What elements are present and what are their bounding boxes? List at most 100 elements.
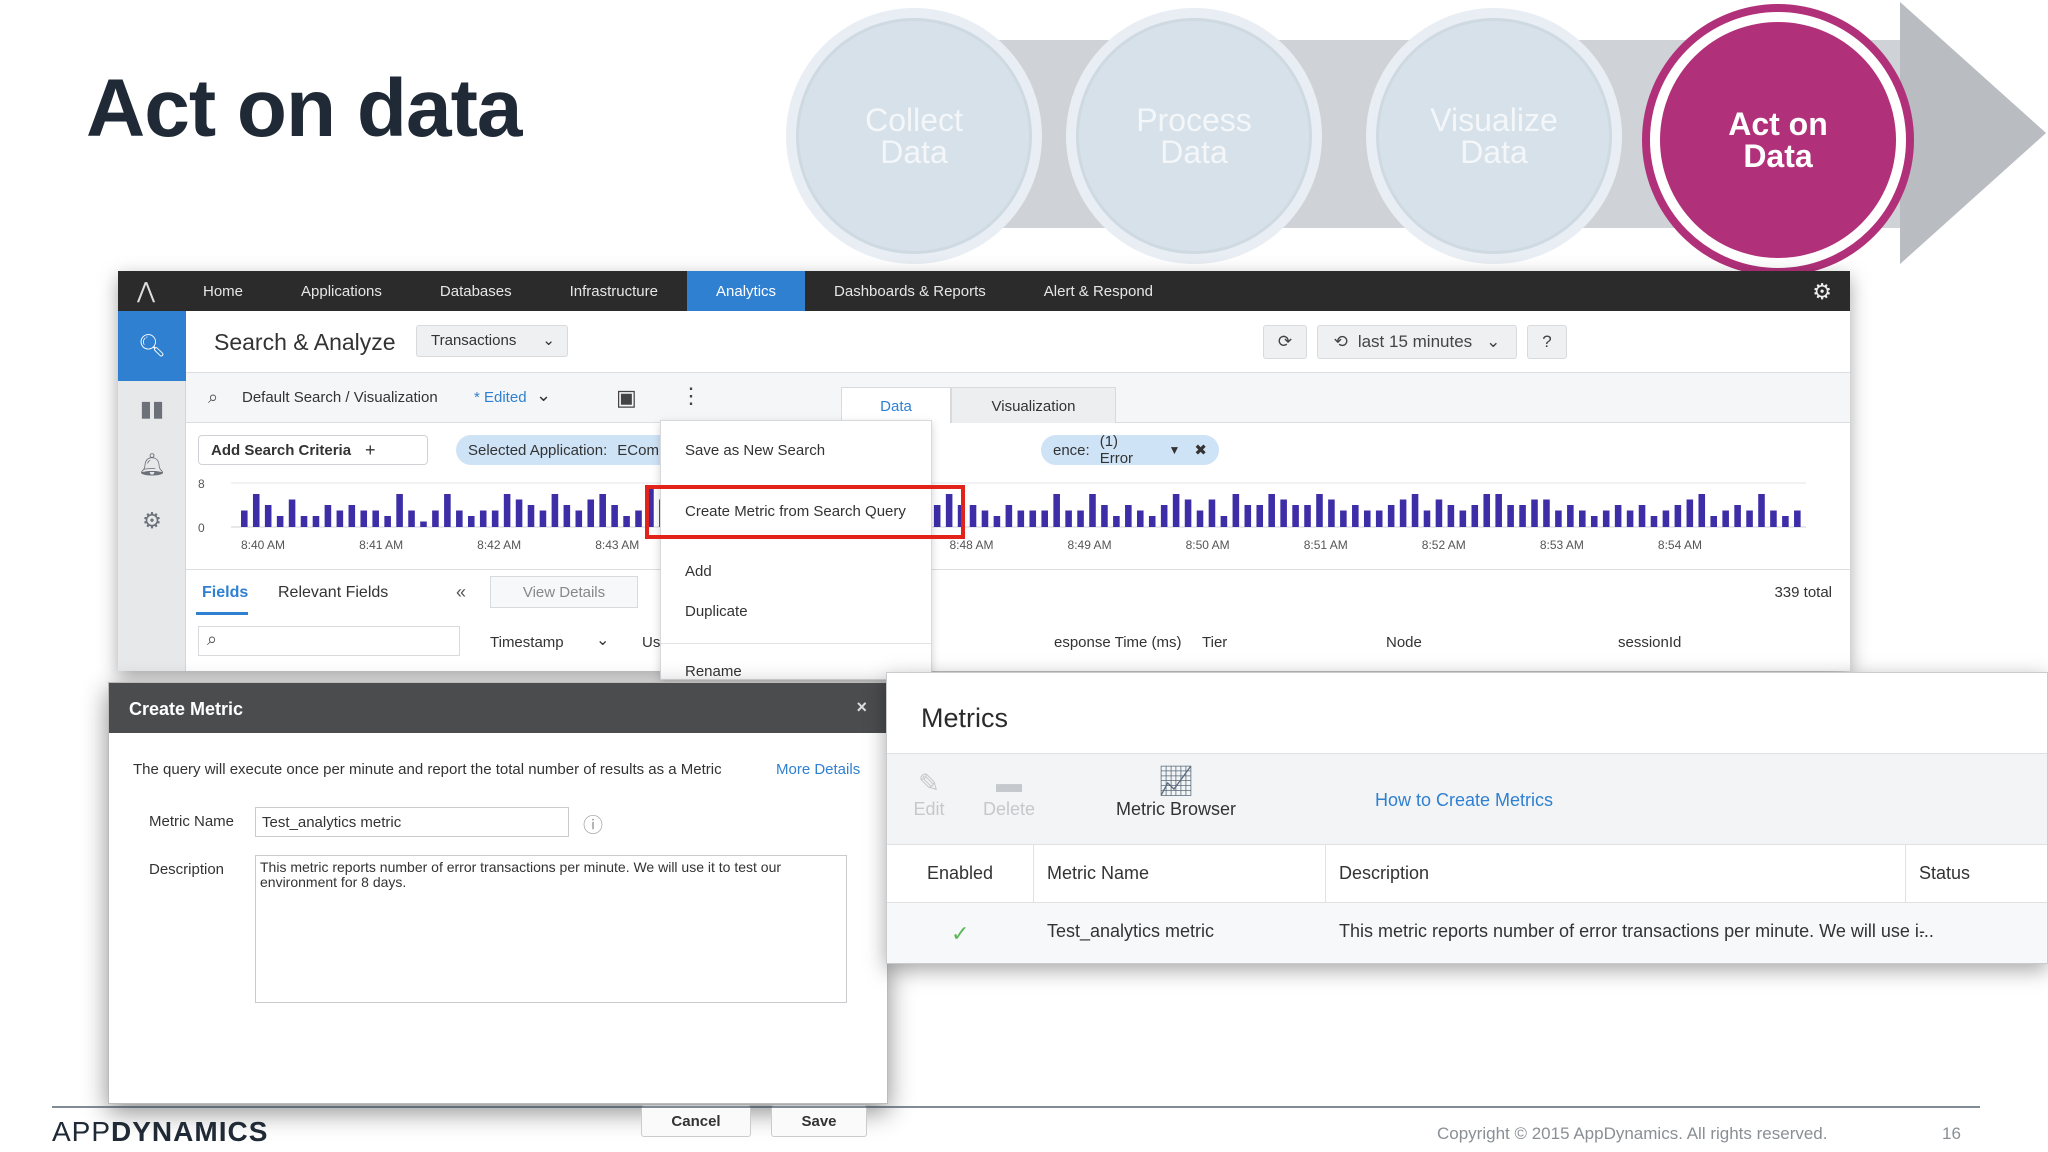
- criteria-row: Add Search Criteria + Selected Applicati…: [186, 423, 1850, 473]
- chart-bar: [312, 516, 320, 527]
- col-response-time[interactable]: esponse Time (ms): [1054, 634, 1182, 651]
- chart-bar: [372, 510, 379, 527]
- bell-icon[interactable]: 🔔︎: [118, 437, 186, 493]
- add-criteria-label: Add Search Criteria: [211, 441, 352, 459]
- chart-bar: [252, 494, 260, 527]
- page-heading: Search & Analyze: [214, 329, 396, 355]
- appdynamics-logo-icon[interactable]: ⋀: [118, 271, 174, 311]
- chart-bar: [1017, 510, 1025, 527]
- description-label: Description: [149, 861, 225, 878]
- col-timestamp[interactable]: Timestamp: [490, 634, 564, 651]
- chart-bar: [396, 494, 403, 527]
- settings-gear-icon[interactable]: ⚙: [1812, 279, 1832, 305]
- nav-databases[interactable]: Databases: [411, 271, 541, 311]
- description-field[interactable]: This metric reports number of error tran…: [255, 855, 847, 1003]
- col-node[interactable]: Node: [1386, 634, 1422, 651]
- x-tick-label: 8:41 AM: [359, 538, 403, 552]
- chart-bar: [336, 510, 344, 527]
- edit-button[interactable]: ✎ Edit: [901, 768, 957, 820]
- chart-bar: [539, 510, 547, 527]
- chart-bar: [1208, 499, 1216, 527]
- nav-dashboards-reports[interactable]: Dashboards & Reports: [805, 271, 1015, 311]
- field-search-input[interactable]: ⌕: [198, 626, 460, 656]
- search-icon: ⌕: [207, 629, 218, 649]
- chart-bar: [515, 499, 523, 527]
- table-row[interactable]: ✓ Test_analytics metric This metric repo…: [887, 903, 2047, 963]
- col-enabled[interactable]: Enabled: [927, 863, 993, 884]
- close-icon[interactable]: ×: [856, 697, 867, 718]
- search-actions-menu: Save as New Search Create Metric from Se…: [660, 420, 932, 680]
- cancel-button[interactable]: Cancel: [641, 1105, 751, 1137]
- chart-bar: [1340, 510, 1347, 527]
- chart-bar: [1256, 505, 1264, 527]
- chart-bar: [1065, 510, 1072, 527]
- chart-bar: [1101, 505, 1108, 527]
- view-details-button[interactable]: View Details: [490, 576, 638, 608]
- search-analyze-icon[interactable]: 🔍︎: [118, 311, 186, 381]
- time-range-select[interactable]: ⟲ last 15 minutes ⌄: [1317, 325, 1517, 359]
- nav-applications[interactable]: Applications: [272, 271, 411, 311]
- gears-icon[interactable]: ⚙: [118, 493, 186, 549]
- metric-browser-button[interactable]: 📈︎ Metric Browser: [1109, 764, 1243, 820]
- add-search-criteria-button[interactable]: Add Search Criteria +: [198, 435, 428, 465]
- col-description[interactable]: Description: [1339, 863, 1429, 884]
- col-metric-name[interactable]: Metric Name: [1047, 863, 1149, 884]
- col-tier[interactable]: Tier: [1202, 634, 1227, 651]
- step-label: Act on: [1728, 106, 1828, 142]
- description-value: This metric reports number of error tran…: [260, 859, 782, 890]
- close-icon[interactable]: ✖: [1194, 441, 1207, 459]
- tab-fields[interactable]: Fields: [202, 584, 248, 602]
- col-user[interactable]: Us: [642, 634, 660, 651]
- col-session-id[interactable]: sessionId: [1618, 634, 1681, 651]
- metric-name-field[interactable]: Test_analytics metric: [255, 807, 569, 837]
- chart-bar: [1053, 494, 1060, 527]
- tab-visualization[interactable]: Visualization: [951, 387, 1116, 425]
- info-icon[interactable]: ⓘ: [583, 809, 603, 838]
- chart-bar: [1268, 494, 1275, 527]
- slide-title: Act on data: [86, 63, 522, 154]
- help-button[interactable]: ?: [1527, 325, 1567, 359]
- chart-bar: [360, 510, 368, 527]
- chart-bar: [420, 521, 427, 527]
- chevron-down-icon[interactable]: ▼: [1169, 443, 1181, 457]
- delete-button[interactable]: ▬ Delete: [969, 768, 1049, 820]
- x-tick-label: 8:54 AM: [1658, 538, 1702, 552]
- chart-bar: [993, 516, 1001, 527]
- menu-add[interactable]: Add: [685, 563, 712, 580]
- more-details-link[interactable]: More Details: [776, 761, 860, 778]
- refresh-button[interactable]: ⟳: [1263, 325, 1307, 359]
- chevron-down-icon[interactable]: ⌄: [596, 630, 609, 650]
- chart-bar: [444, 494, 451, 527]
- x-tick-label: 8:52 AM: [1422, 538, 1466, 552]
- search-name: Default Search / Visualization: [242, 389, 438, 406]
- chart-bar: [1650, 516, 1658, 527]
- col-status[interactable]: Status: [1919, 863, 1970, 884]
- bar-chart-icon[interactable]: ▮▮: [118, 381, 186, 437]
- chart-bar: [241, 510, 248, 527]
- nav-home[interactable]: Home: [174, 271, 272, 311]
- chart-bar: [1304, 505, 1311, 527]
- error-filter-pill[interactable]: ence: (1) Error ▼ ✖: [1041, 433, 1219, 467]
- nav-analytics[interactable]: Analytics: [687, 271, 806, 311]
- menu-save-as-new-search[interactable]: Save as New Search: [685, 442, 825, 459]
- chevron-down-icon[interactable]: ⌄: [536, 385, 551, 406]
- chart-bar: [1352, 505, 1359, 527]
- step-collect-data: Collect Data: [786, 8, 1042, 264]
- collapse-icon[interactable]: «: [456, 582, 466, 603]
- chart-bar: [1447, 505, 1455, 527]
- dialog-title: Create Metric: [129, 699, 244, 719]
- menu-rename[interactable]: Rename: [685, 663, 742, 680]
- tab-relevant-fields[interactable]: Relevant Fields: [278, 584, 388, 602]
- nav-alert-respond[interactable]: Alert & Respond: [1015, 271, 1182, 311]
- how-to-create-metrics-link[interactable]: How to Create Metrics: [1375, 790, 1553, 811]
- metric-name-value: Test_analytics metric: [262, 814, 402, 831]
- chart-bar: [1280, 499, 1287, 527]
- save-icon[interactable]: ▣: [616, 385, 637, 411]
- y-tick-label: 8: [198, 477, 205, 491]
- nav-infrastructure[interactable]: Infrastructure: [541, 271, 687, 311]
- menu-duplicate[interactable]: Duplicate: [685, 603, 748, 620]
- more-vertical-icon[interactable]: ⋮: [680, 383, 702, 409]
- save-button[interactable]: Save: [771, 1105, 867, 1137]
- edit-label: Edit: [913, 799, 945, 819]
- transactions-select[interactable]: Transactions ⌄: [416, 325, 568, 357]
